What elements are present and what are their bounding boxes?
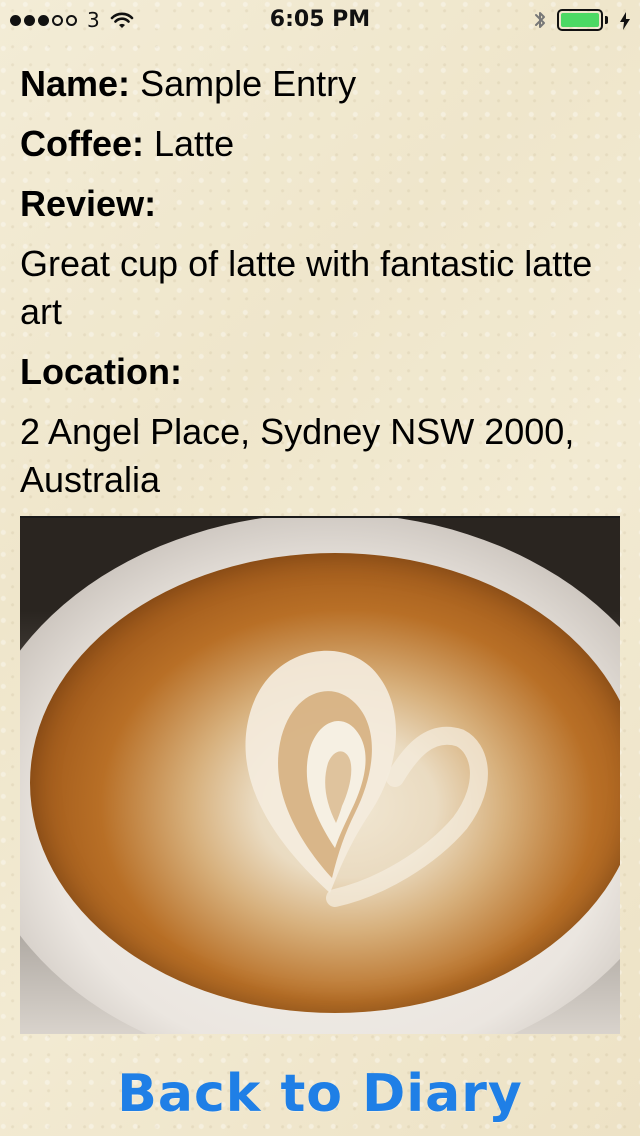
name-row: Name: Sample Entry: [20, 60, 620, 108]
coffee-label: Coffee:: [20, 123, 144, 164]
coffee-value: Latte: [154, 123, 235, 164]
charging-icon: [620, 11, 630, 30]
name-label: Name:: [20, 63, 131, 104]
status-bar: 3 6:05 PM: [0, 0, 640, 40]
location-label-row: Location:: [20, 348, 620, 396]
battery-level: [561, 13, 599, 27]
review-label: Review:: [20, 183, 157, 224]
latte-art-photo: [20, 516, 620, 1034]
coffee-row: Coffee: Latte: [20, 120, 620, 168]
entry-details: Name: Sample Entry Coffee: Latte Review:…: [20, 60, 620, 504]
back-to-diary-button[interactable]: Back to Diary: [0, 1052, 640, 1136]
status-right: [533, 8, 630, 32]
bluetooth-icon: [533, 9, 547, 31]
review-label-row: Review:: [20, 180, 620, 228]
name-value: Sample Entry: [140, 63, 357, 104]
battery-nub: [605, 16, 608, 24]
location-text: 2 Angel Place, Sydney NSW 2000, Australi…: [20, 411, 575, 500]
location-label: Location:: [20, 351, 182, 392]
latte-art-icon: [245, 650, 488, 907]
battery-icon: [557, 9, 603, 31]
review-text: Great cup of latte with fantastic latte …: [20, 243, 593, 332]
